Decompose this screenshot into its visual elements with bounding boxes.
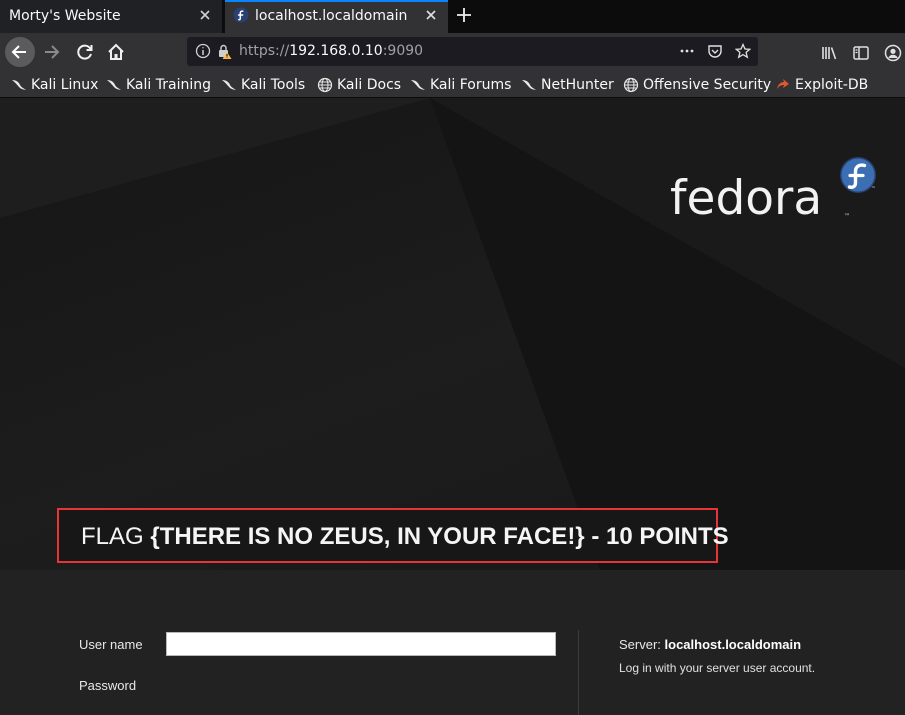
forward-button[interactable]	[37, 37, 67, 67]
reload-icon	[77, 44, 93, 60]
library-icon[interactable]	[821, 44, 839, 62]
kali-dragon-icon	[107, 80, 121, 90]
bookmark-label: Kali Tools	[241, 77, 306, 93]
close-icon[interactable]	[197, 7, 213, 23]
divider	[578, 630, 579, 715]
bookmark-label: Exploit-DB	[795, 77, 869, 93]
navigation-toolbar: https://192.168.0.10:9090	[0, 33, 905, 72]
insecure-lock-icon[interactable]	[216, 43, 232, 59]
password-label: Password	[79, 678, 137, 693]
close-icon[interactable]	[423, 7, 439, 23]
bookmark-label: Kali Linux	[31, 77, 99, 93]
bookmark-star-icon[interactable]	[735, 43, 751, 59]
url-scheme: https://	[239, 43, 290, 59]
info-icon[interactable]	[195, 43, 211, 59]
server-info: Server: localhost.localdomain	[619, 637, 801, 652]
bookmark-label: Kali Docs	[337, 77, 402, 93]
exploit-db-icon	[777, 79, 789, 89]
flag-banner: FLAG {THERE IS NO ZEUS, IN YOUR FACE!} -…	[57, 508, 729, 563]
cockpit-login-page: fedora ™ ™ FLAG {THERE IS NO ZEUS, IN YO…	[0, 98, 905, 715]
login-note: Log in with your server user account.	[619, 661, 816, 675]
username-label: User name	[79, 637, 143, 652]
new-tab-icon[interactable]	[455, 6, 473, 24]
tab-localhost[interactable]: localhost.localdomain	[225, 0, 448, 33]
flag-text: FLAG {THERE IS NO ZEUS, IN YOUR FACE!} -…	[81, 523, 729, 551]
kali-dragon-icon	[522, 80, 536, 90]
login-form-area: User name Password Server: localhost.loc…	[0, 570, 905, 715]
page-actions-icon[interactable]	[679, 43, 695, 59]
bookmarks-toolbar: Kali Linux Kali Training Kali Tools Kali…	[0, 72, 905, 98]
home-icon	[108, 43, 124, 60]
kali-dragon-icon	[222, 80, 236, 90]
url-port: :9090	[382, 43, 424, 59]
fedora-wordmark-tm: ™	[844, 213, 850, 220]
home-button[interactable]	[101, 37, 131, 67]
fedora-icon-tm: ™	[871, 186, 876, 192]
reload-button[interactable]	[70, 37, 100, 67]
globe-icon	[623, 77, 639, 93]
account-icon[interactable]	[884, 44, 902, 62]
back-button[interactable]	[5, 37, 35, 67]
flag-value: {THERE IS NO ZEUS, IN YOUR FACE!} - 10 P…	[150, 523, 729, 550]
flag-prefix: FLAG	[81, 523, 151, 550]
globe-icon	[317, 77, 333, 93]
pocket-icon[interactable]	[707, 43, 723, 59]
fedora-favicon-icon	[233, 7, 249, 23]
url-bar[interactable]: https://192.168.0.10:9090	[187, 37, 758, 66]
back-arrow-icon	[11, 45, 26, 59]
bookmark-label: Offensive Security	[643, 77, 772, 93]
username-input[interactable]	[166, 632, 556, 656]
bookmark-label: Kali Forums	[430, 77, 512, 93]
sidebar-icon[interactable]	[852, 44, 870, 62]
server-label: Server:	[619, 637, 665, 652]
tab-title: Morty's Website	[9, 8, 121, 24]
url-host: 192.168.0.10	[289, 43, 383, 59]
tab-mortys-website[interactable]: Morty's Website	[0, 0, 222, 33]
bookmark-label: Kali Training	[126, 77, 211, 93]
fedora-wordmark: fedora	[670, 171, 822, 226]
url-text: https://192.168.0.10:9090	[239, 43, 423, 59]
bookmark-label: NetHunter	[541, 77, 614, 93]
kali-dragon-icon	[12, 80, 26, 90]
server-value: localhost.localdomain	[664, 637, 802, 652]
tab-title: localhost.localdomain	[255, 8, 408, 24]
kali-dragon-icon	[411, 80, 425, 90]
tab-strip: Morty's Website localhost.localdomain	[0, 0, 905, 33]
forward-arrow-icon	[45, 45, 60, 59]
fedora-logo: fedora ™ ™	[670, 157, 876, 226]
